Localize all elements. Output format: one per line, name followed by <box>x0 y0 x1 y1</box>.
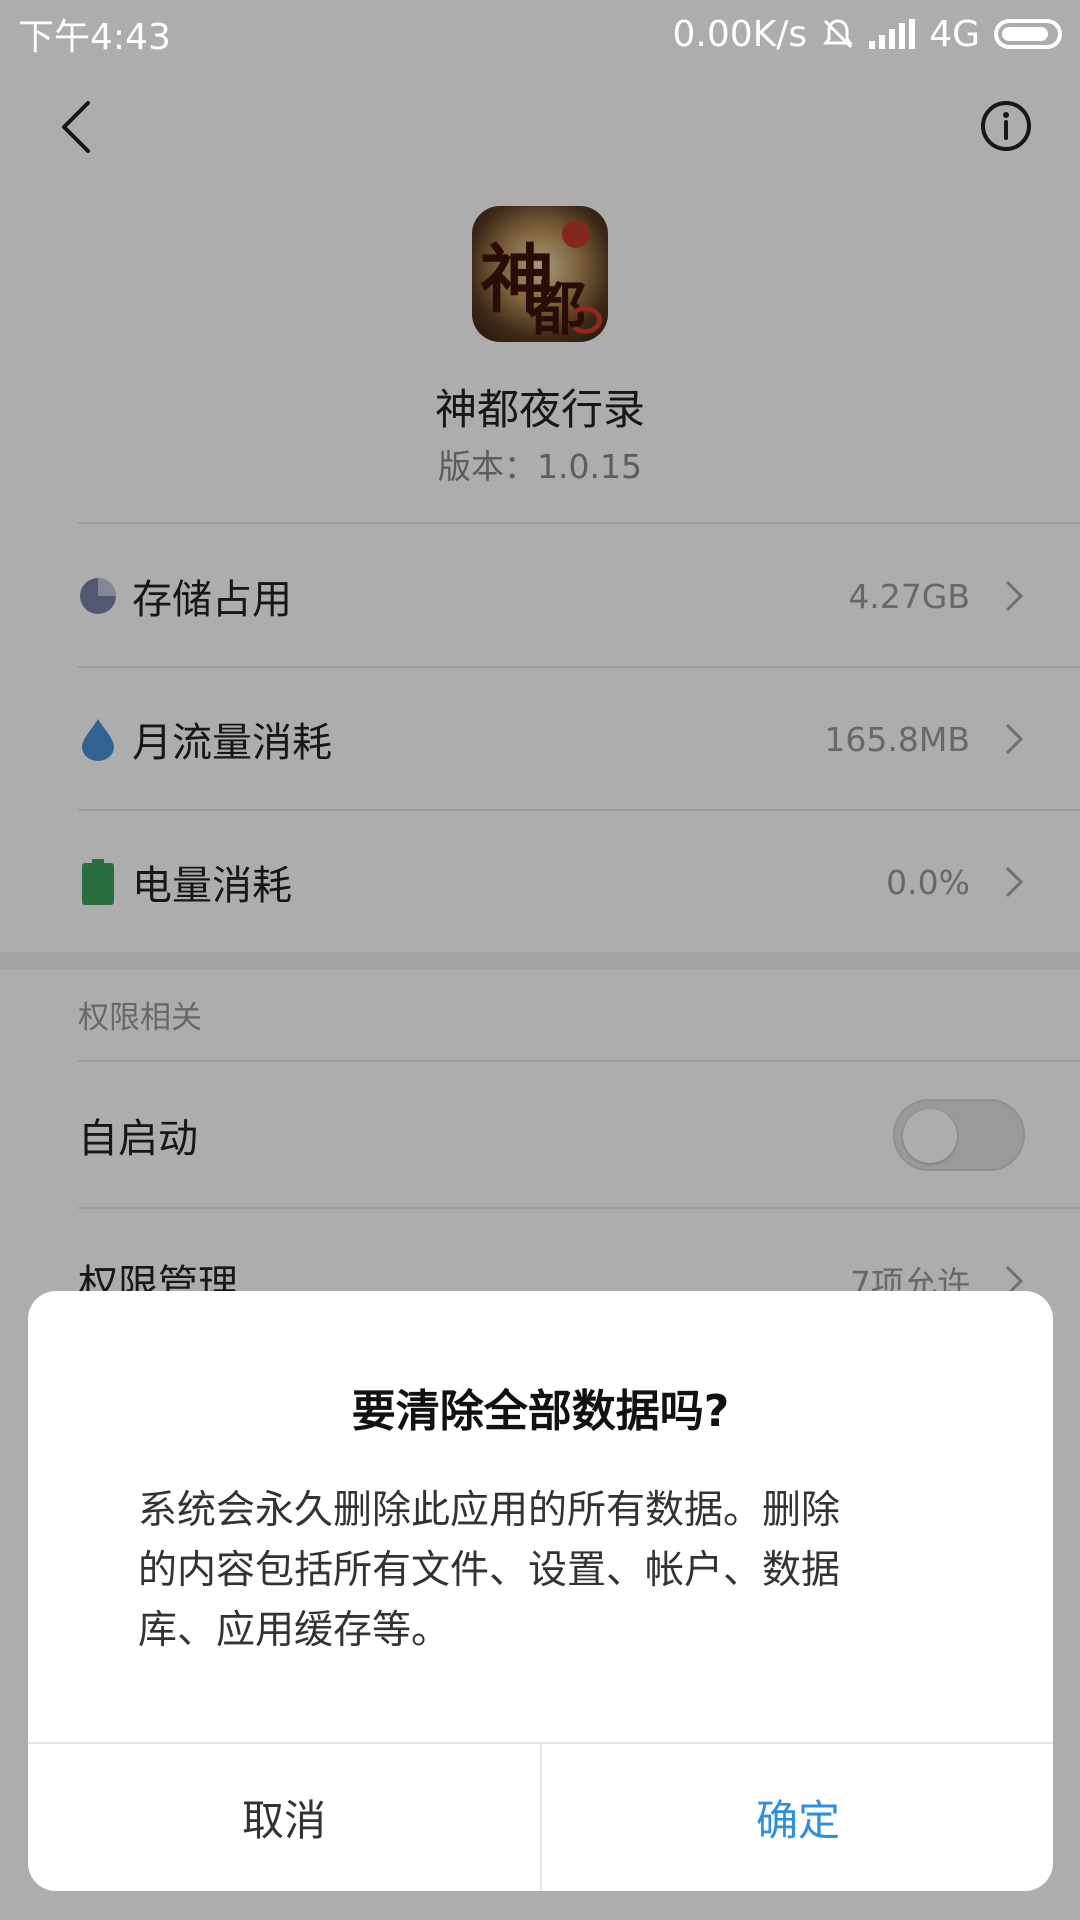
confirm-button[interactable]: 确定 <box>542 1744 1053 1891</box>
dialog-message: 系统会永久删除此应用的所有数据。删除 的内容包括所有文件、设置、帐户、数据 库、… <box>138 1481 943 1661</box>
status-icons: 0.00K/s 4G <box>673 14 1062 55</box>
mute-bell-icon <box>823 19 854 49</box>
dialog-message-line: 库、应用缓存等。 <box>138 1608 451 1653</box>
status-bar: 下午4:43 0.00K/s 4G <box>0 0 1080 68</box>
battery-status-icon <box>994 19 1062 49</box>
dialog-message-line: 系统会永久删除此应用的所有数据。删除 <box>138 1488 841 1533</box>
network-type: 4G <box>929 13 980 55</box>
dialog-message-line: 的内容包括所有文件、设置、帐户、数据 <box>138 1548 841 1593</box>
signal-icon <box>869 19 916 49</box>
dialog-title: 要清除全部数据吗? <box>351 1386 730 1437</box>
network-speed: 0.00K/s <box>672 13 808 55</box>
status-time: 下午4:43 <box>18 17 171 58</box>
cancel-button[interactable]: 取消 <box>28 1744 540 1891</box>
clear-data-dialog: 要清除全部数据吗? 系统会永久删除此应用的所有数据。删除 的内容包括所有文件、设… <box>28 1291 1053 1891</box>
